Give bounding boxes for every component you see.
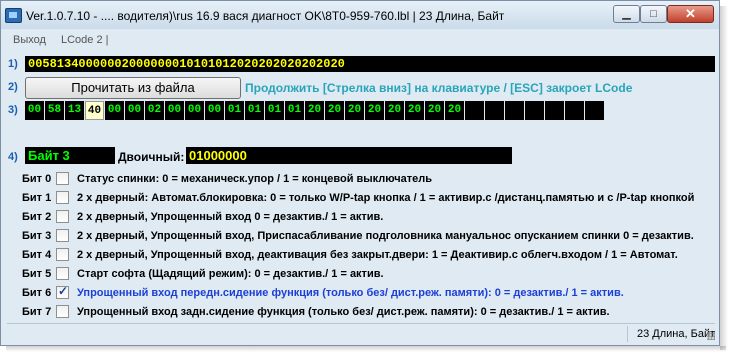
byte-cell[interactable] bbox=[525, 101, 544, 120]
byte-cell[interactable]: 20 bbox=[345, 101, 364, 120]
byte-cell[interactable]: 58 bbox=[45, 101, 64, 120]
byte-cell[interactable]: 40 bbox=[85, 101, 104, 120]
byte-cell[interactable]: 01 bbox=[245, 101, 264, 120]
byte-cell[interactable]: 00 bbox=[25, 101, 44, 120]
bit-checkbox[interactable] bbox=[56, 210, 69, 223]
bit-label: Бит 1 bbox=[22, 192, 52, 204]
byte-cell[interactable] bbox=[585, 101, 604, 120]
row-number-4: 4) bbox=[8, 151, 18, 163]
byte-cell[interactable]: 20 bbox=[405, 101, 424, 120]
bit-row: Бит 2 2 х дверный, Упрощенный вход 0 = де… bbox=[22, 208, 714, 226]
read-from-file-button[interactable]: Прочитать из файла bbox=[25, 77, 241, 99]
close-button[interactable]: ✕ bbox=[667, 5, 714, 23]
row-number-1: 1) bbox=[8, 58, 18, 70]
byte-cell[interactable] bbox=[485, 101, 504, 120]
byte-cell[interactable]: 20 bbox=[305, 101, 324, 120]
hex-code-field[interactable]: 0058134000000200000001010101202020202020… bbox=[25, 56, 715, 72]
bit-row: Бит 3 2 х дверный, Упрощенный вход, Присп… bbox=[22, 227, 714, 245]
minimize-icon: ▁ bbox=[622, 8, 631, 20]
bit-row: Бит 7 Упрощенный вход задн.сидение функци… bbox=[22, 303, 714, 321]
bit-label: Бит 3 bbox=[22, 230, 52, 242]
byte-cell[interactable]: 00 bbox=[165, 101, 184, 120]
status-bar: 23 Длина, Байт bbox=[7, 323, 715, 344]
bit-label: Бит 4 bbox=[22, 249, 52, 261]
byte-cell[interactable]: 20 bbox=[325, 101, 344, 120]
window-title: Ver.1.0.7.10 - .... водителя)\rus 16.9 в… bbox=[26, 9, 505, 23]
main-window: Ver.1.0.7.10 - .... водителя)\rus 16.9 в… bbox=[0, 0, 720, 346]
bit-row: Бит 1 2 х дверный: Автомат.блокировка: 0 … bbox=[22, 189, 714, 207]
binary-label: Двоичный: bbox=[118, 150, 185, 164]
status-separator bbox=[627, 326, 628, 342]
byte-cell[interactable]: 01 bbox=[225, 101, 244, 120]
bit-description: Статус спинки: 0 = механическ.упор / 1 =… bbox=[77, 173, 433, 185]
bit-description: 2 х дверный, Упрощенный вход, деактиваци… bbox=[77, 249, 678, 261]
bit-description: Упрощенный вход передн.сидение функция (… bbox=[77, 287, 624, 299]
minimize-button[interactable]: ▁ bbox=[613, 5, 640, 23]
byte-cell[interactable]: 20 bbox=[365, 101, 384, 120]
bit-description: 2 х дверный, Упрощенный вход 0 = дезакти… bbox=[77, 211, 384, 223]
bit-label: Бит 2 bbox=[22, 211, 52, 223]
byte-cell[interactable]: 13 bbox=[65, 101, 84, 120]
app-icon bbox=[5, 8, 22, 23]
maximize-icon: □ bbox=[650, 8, 657, 20]
bit-row: Бит 0 Статус спинки: 0 = механическ.упор … bbox=[22, 170, 714, 188]
bit-checkbox[interactable] bbox=[56, 172, 69, 185]
title-bar: Ver.1.0.7.10 - .... водителя)\rus 16.9 в… bbox=[1, 1, 719, 29]
selected-byte-label: Байт 3 bbox=[25, 147, 115, 164]
byte-cell[interactable]: 20 bbox=[445, 101, 464, 120]
bit-description: 2 х дверный, Упрощенный вход, Приспасабл… bbox=[77, 230, 694, 242]
bit-checkbox[interactable] bbox=[56, 191, 69, 204]
menu-bar: Выход LCode 2 | bbox=[7, 31, 713, 49]
bit-label: Бит 5 bbox=[22, 268, 52, 280]
row-number-2: 2) bbox=[8, 81, 18, 93]
bit-description: 2 х дверный: Автомат.блокировка: 0 = тол… bbox=[77, 192, 695, 204]
byte-cell[interactable]: 20 bbox=[425, 101, 444, 120]
byte-cell[interactable] bbox=[565, 101, 584, 120]
byte-cell[interactable]: 20 bbox=[385, 101, 404, 120]
close-icon: ✕ bbox=[685, 6, 696, 21]
bit-checkbox[interactable] bbox=[56, 305, 69, 318]
bit-checkbox[interactable] bbox=[56, 267, 69, 280]
byte-cell[interactable] bbox=[545, 101, 564, 120]
menu-lcode[interactable]: LCode 2 | bbox=[61, 34, 109, 46]
bit-description: Старт софта (Щадящий режим): 0 = дезакти… bbox=[77, 268, 384, 280]
bit-row: Бит 5 Старт софта (Щадящий режим): 0 = де… bbox=[22, 265, 714, 283]
byte-cell[interactable]: 00 bbox=[125, 101, 144, 120]
menu-exit[interactable]: Выход bbox=[13, 34, 46, 46]
bit-checkbox[interactable] bbox=[56, 284, 69, 299]
maximize-button[interactable]: □ bbox=[640, 5, 667, 23]
bit-checkbox[interactable] bbox=[56, 248, 69, 261]
bit-label: Бит 0 bbox=[22, 173, 52, 185]
keyboard-hint: Продолжить [Стрелка вниз] на клавиатуре … bbox=[245, 81, 633, 95]
byte-cell[interactable] bbox=[505, 101, 524, 120]
status-text: 23 Длина, Байт bbox=[637, 328, 716, 340]
byte-cell[interactable] bbox=[465, 101, 484, 120]
resize-grip-icon[interactable] bbox=[707, 332, 715, 340]
byte-cell[interactable]: 00 bbox=[185, 101, 204, 120]
row-number-3: 3) bbox=[8, 104, 18, 116]
byte-cell[interactable]: 00 bbox=[105, 101, 124, 120]
byte-cell[interactable]: 02 bbox=[145, 101, 164, 120]
bit-row: Бит 6 Упрощенный вход передн.сидение функ… bbox=[22, 284, 714, 302]
byte-cell[interactable]: 01 bbox=[265, 101, 284, 120]
byte-cell[interactable]: 01 bbox=[285, 101, 304, 120]
bit-checkbox[interactable] bbox=[56, 229, 69, 242]
bit-label: Бит 6 bbox=[22, 287, 52, 299]
bit-label: Бит 7 bbox=[22, 306, 52, 318]
binary-value: 01000000 bbox=[186, 147, 512, 164]
byte-cell[interactable]: 00 bbox=[205, 101, 224, 120]
bit-row: Бит 4 2 х дверный, Упрощенный вход, деакт… bbox=[22, 246, 714, 264]
bit-description: Упрощенный вход задн.сидение функция (то… bbox=[77, 306, 610, 318]
